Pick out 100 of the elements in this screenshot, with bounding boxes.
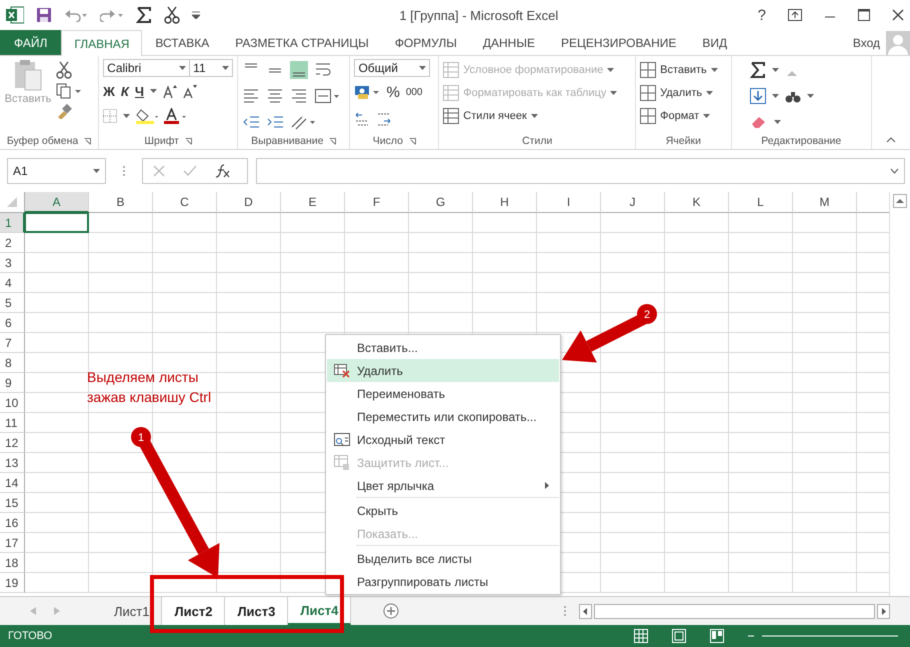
selected-cell[interactable] — [24, 212, 89, 233]
grip-icon[interactable] — [122, 165, 126, 177]
sum-icon[interactable] — [136, 7, 152, 23]
sign-in-link[interactable]: Вход — [852, 36, 880, 50]
ribbon-tab[interactable]: РАЗМЕТКА СТРАНИЦЫ — [222, 30, 382, 55]
row-header[interactable]: 4 — [0, 273, 25, 293]
row-header[interactable]: 11 — [0, 413, 25, 433]
sheet-tab[interactable]: Лист2 — [162, 597, 226, 625]
column-header[interactable]: D — [217, 192, 281, 213]
row-header[interactable]: 3 — [0, 253, 25, 273]
styles-menu-button[interactable]: Стили ячеек — [443, 105, 618, 127]
fill-down-icon[interactable] — [750, 88, 766, 104]
ribbon-tab[interactable]: ФАЙЛ — [0, 30, 62, 55]
save-icon[interactable] — [36, 7, 52, 23]
cells-menu-button[interactable]: Формат — [640, 105, 718, 127]
copy-icon[interactable] — [56, 83, 82, 99]
thousands-button[interactable]: 000 — [406, 86, 422, 98]
ribbon-display-icon[interactable] — [788, 9, 802, 21]
new-sheet-icon[interactable] — [383, 603, 400, 619]
cut-icon[interactable] — [56, 61, 72, 79]
row-header[interactable]: 19 — [0, 573, 25, 593]
menu-item[interactable]: Разгруппировать листы — [327, 570, 559, 593]
bold-button[interactable]: Ж — [103, 84, 115, 98]
customize-icon[interactable] — [192, 11, 200, 19]
table-style-icon[interactable] — [443, 108, 460, 124]
cells-icon[interactable] — [640, 85, 656, 101]
column-header[interactable]: L — [729, 192, 793, 213]
ribbon-tab[interactable]: ДАННЫЕ — [470, 30, 548, 55]
align-icon[interactable] — [242, 87, 260, 105]
fill-color-icon[interactable] — [136, 108, 158, 124]
row-header[interactable]: 15 — [0, 493, 25, 513]
underline-button[interactable]: Ч — [134, 84, 144, 98]
row-header[interactable]: 17 — [0, 533, 25, 553]
dropdown-icon[interactable] — [93, 169, 100, 173]
excel-logo-icon[interactable] — [6, 6, 24, 24]
increase-decimal-icon[interactable] — [354, 110, 370, 126]
row-header[interactable]: 16 — [0, 513, 25, 533]
column-header[interactable]: J — [601, 192, 665, 213]
horizontal-scrollbar[interactable] — [594, 604, 875, 618]
scroll-left-icon[interactable] — [579, 604, 592, 618]
dropdown-icon[interactable] — [179, 66, 186, 70]
delete-sheet-icon[interactable] — [334, 364, 350, 378]
row-header[interactable]: 10 — [0, 393, 25, 413]
menu-item[interactable]: Вставить... — [327, 336, 559, 359]
row-header[interactable]: 6 — [0, 313, 25, 333]
cells-icon[interactable] — [640, 62, 656, 78]
dialog-launcher-icon[interactable] — [184, 138, 192, 144]
name-box[interactable]: A1 — [7, 158, 106, 184]
normal-view-icon[interactable] — [634, 629, 648, 643]
formula-input[interactable] — [256, 158, 905, 184]
row-header[interactable]: 8 — [0, 353, 25, 373]
align-icon[interactable] — [290, 87, 308, 105]
dialog-launcher-icon[interactable] — [329, 138, 336, 144]
cut-icon[interactable] — [164, 6, 180, 24]
row-header[interactable]: 14 — [0, 473, 25, 493]
dialog-launcher-icon[interactable] — [408, 138, 416, 144]
dropdown-icon[interactable] — [806, 94, 814, 98]
align-icon[interactable] — [290, 61, 308, 79]
menu-item[interactable]: Исходный текст — [327, 428, 559, 451]
percent-button[interactable]: % — [386, 84, 400, 100]
row-header[interactable]: 9 — [0, 373, 25, 393]
dropdown-icon[interactable] — [710, 68, 718, 72]
column-header[interactable]: C — [153, 192, 217, 213]
sheet-tab[interactable]: Лист4 — [288, 597, 352, 625]
column-header[interactable]: H — [473, 192, 537, 213]
scroll-up-icon[interactable] — [893, 194, 907, 208]
page-layout-icon[interactable] — [672, 629, 686, 643]
sheet-tab[interactable]: Лист3 — [225, 597, 288, 625]
help-button[interactable]: ? — [758, 6, 766, 24]
cells-icon[interactable] — [640, 108, 656, 124]
dropdown-icon[interactable] — [774, 120, 781, 124]
grip-icon[interactable] — [563, 605, 567, 617]
column-header[interactable]: F — [345, 192, 409, 213]
italic-button[interactable]: К — [120, 84, 129, 98]
row-header[interactable]: 2 — [0, 233, 25, 253]
row-header[interactable]: 13 — [0, 453, 25, 473]
ribbon-tab[interactable]: ВСТАВКА — [142, 30, 222, 55]
font-name-field[interactable]: Calibri — [103, 59, 190, 77]
redo-icon[interactable] — [100, 8, 124, 22]
borders-icon[interactable] — [103, 109, 118, 123]
column-header[interactable]: A — [25, 192, 89, 213]
dropdown-icon[interactable] — [419, 66, 426, 70]
font-color-icon[interactable] — [164, 108, 186, 124]
menu-item[interactable]: Переименовать — [327, 382, 559, 405]
cells-menu-button[interactable]: Вставить — [640, 59, 718, 81]
shrink-font-icon[interactable] — [183, 84, 198, 98]
dropdown-icon[interactable] — [530, 114, 538, 118]
column-header[interactable]: E — [281, 192, 345, 213]
menu-item[interactable]: Переместить или скопировать... — [327, 405, 559, 428]
column-header[interactable]: B — [89, 192, 153, 213]
ribbon-tab[interactable]: ВИД — [689, 30, 740, 55]
view-code-icon[interactable] — [334, 432, 350, 446]
dropdown-icon[interactable] — [706, 91, 714, 95]
number-format-field[interactable]: Общий — [354, 59, 430, 77]
merge-icon[interactable] — [314, 87, 340, 105]
expand-icon[interactable] — [890, 168, 899, 174]
font-size-field[interactable]: 11 — [190, 59, 234, 77]
grow-font-icon[interactable] — [163, 84, 178, 98]
menu-item[interactable]: Цвет ярлычка — [327, 474, 559, 497]
page-break-icon[interactable] — [710, 629, 724, 643]
